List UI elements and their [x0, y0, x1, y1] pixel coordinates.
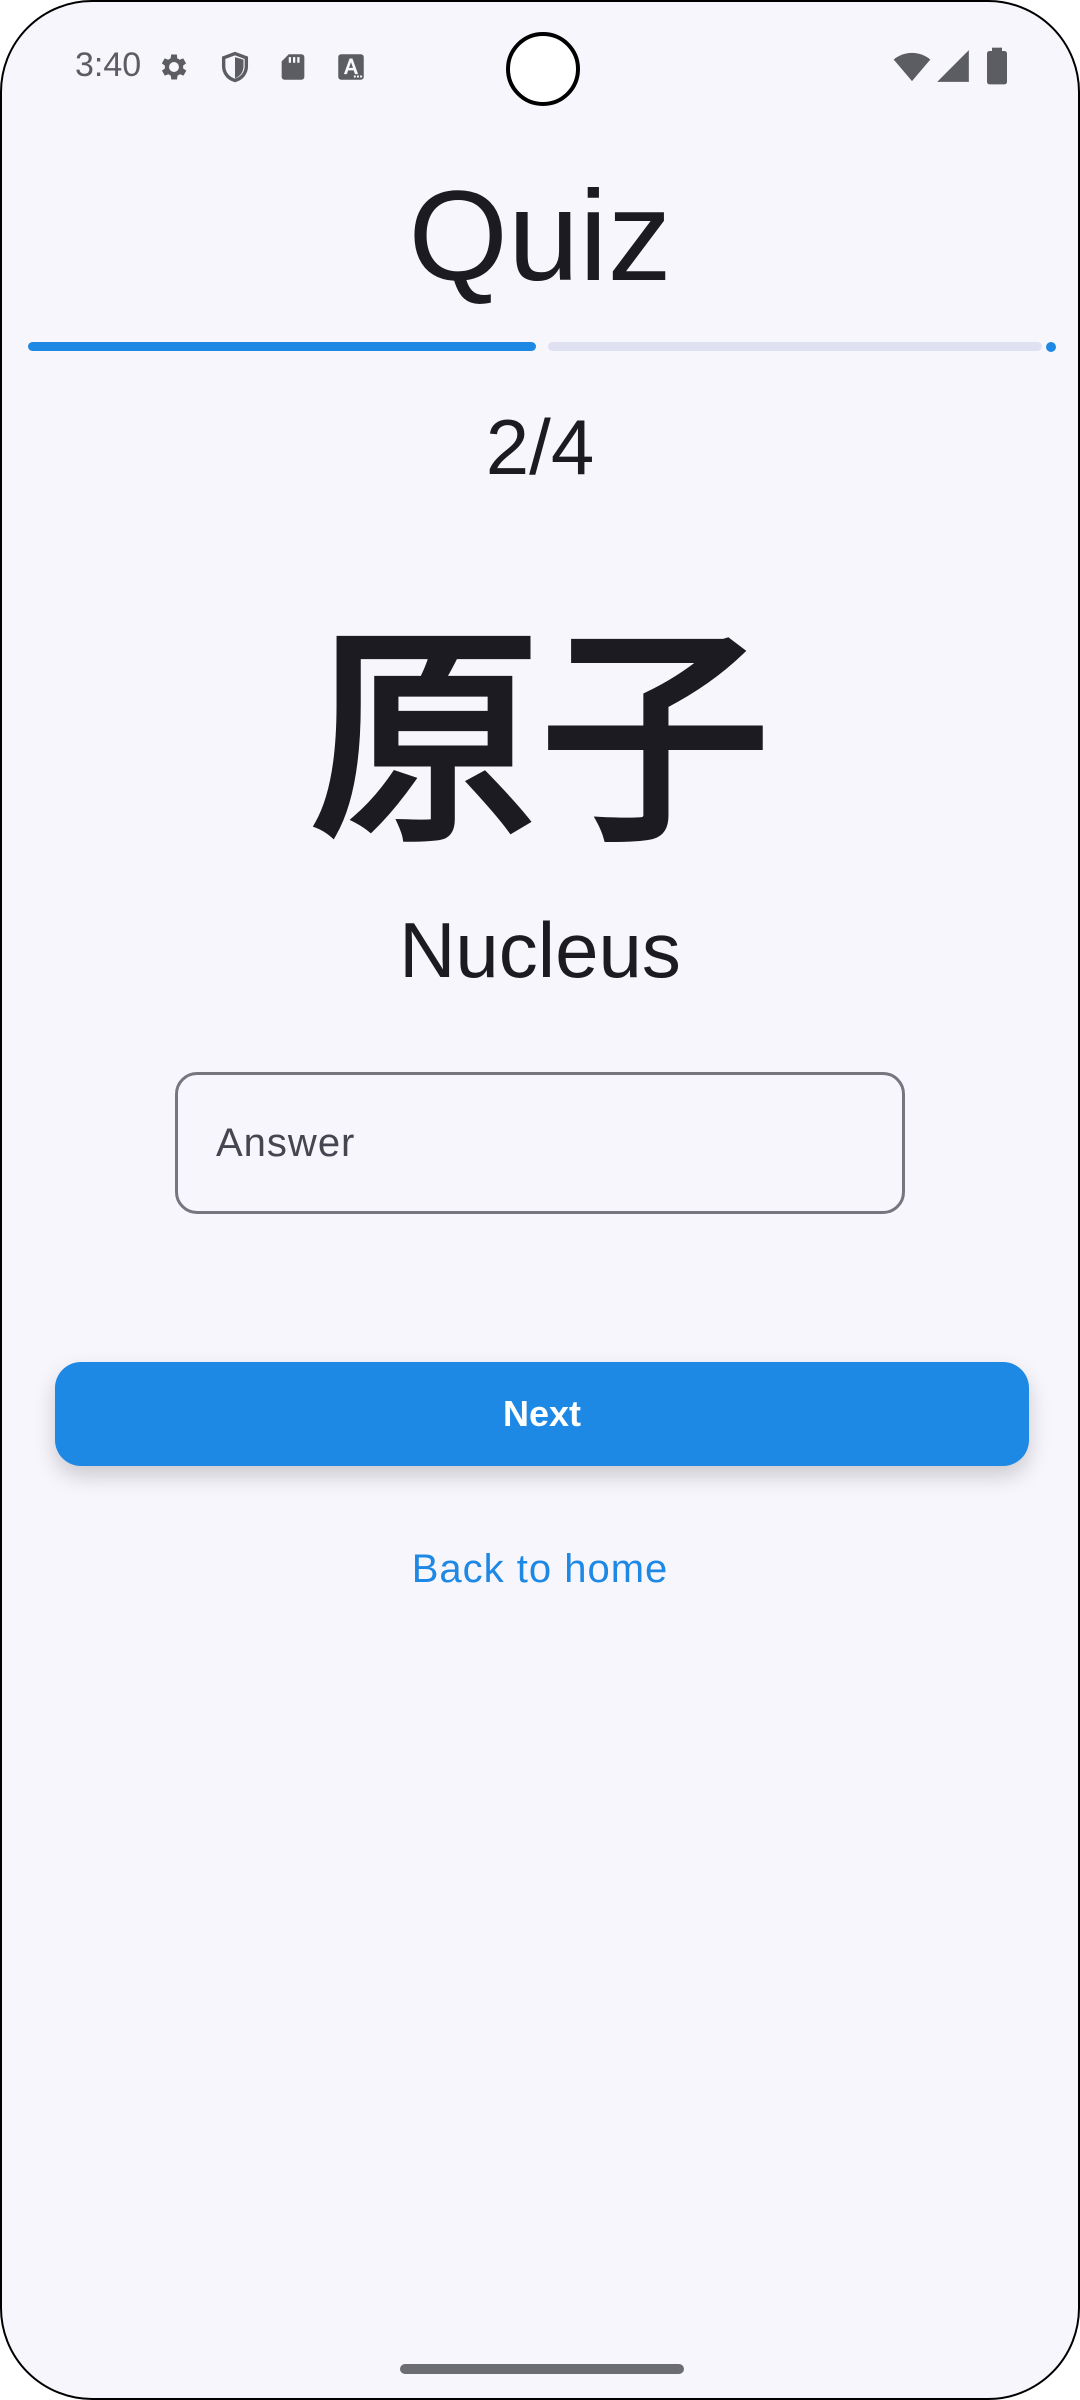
sd-card-icon — [281, 54, 305, 80]
text-a-icon — [338, 54, 364, 80]
progress-bar-remaining — [548, 342, 1042, 351]
shield-icon — [221, 51, 249, 83]
camera-cutout — [506, 32, 580, 106]
status-time: 3:40 — [75, 46, 142, 84]
next-button[interactable]: Next — [55, 1362, 1029, 1466]
progress-end-dot — [1046, 342, 1056, 352]
page-title: Quiz — [408, 165, 672, 308]
wifi-icon — [893, 52, 931, 82]
back-to-home-link[interactable]: Back to home — [2, 1547, 1078, 1592]
cell-signal-icon — [937, 50, 969, 82]
home-indicator[interactable] — [400, 2364, 684, 2374]
answer-input[interactable] — [175, 1072, 905, 1214]
progress-counter: 2/4 — [485, 403, 595, 491]
question-meaning: Nucleus — [399, 906, 681, 994]
battery-icon — [987, 47, 1007, 85]
phone-screen: 3:40 Quiz 2/4 原子 Nucleus Answer Next Bac… — [0, 0, 1080, 2400]
progress-bar-fill — [28, 342, 536, 351]
settings-icon — [161, 54, 187, 80]
question-kanji: 原子 — [309, 608, 770, 875]
quiz-progress-bar — [28, 340, 1056, 352]
